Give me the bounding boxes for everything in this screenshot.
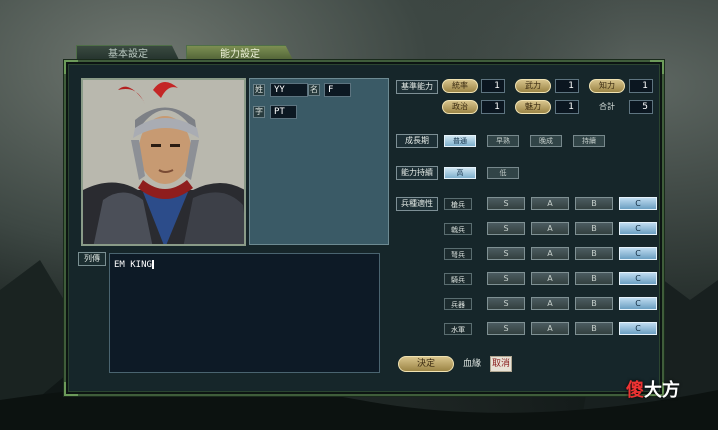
unit-label-navy: 水軍	[444, 323, 472, 335]
grade-s[interactable]: S	[487, 272, 525, 285]
stat-value-war[interactable]: 1	[555, 79, 579, 93]
base-ability-header: 基準能力	[396, 80, 438, 94]
grade-b[interactable]: B	[575, 322, 613, 335]
grade-s[interactable]: S	[487, 197, 525, 210]
grade-b[interactable]: B	[575, 272, 613, 285]
grade-a[interactable]: A	[531, 322, 569, 335]
grade-a[interactable]: A	[531, 197, 569, 210]
unit-label-halberd: 戟兵	[444, 223, 472, 235]
unit-aptitude-header: 兵種適性	[396, 197, 438, 211]
grade-b[interactable]: B	[575, 197, 613, 210]
officer-portrait[interactable]	[81, 78, 246, 246]
grade-b[interactable]: B	[575, 222, 613, 235]
name-panel	[249, 78, 389, 245]
grade-b[interactable]: B	[575, 247, 613, 260]
growth-option-normal[interactable]: 普通	[444, 135, 476, 147]
surname-field[interactable]: YY	[270, 83, 308, 97]
stat-label-war: 武力	[515, 79, 551, 93]
corner-ornament	[64, 60, 78, 74]
given-name-field[interactable]: F	[324, 83, 351, 97]
grade-c[interactable]: C	[619, 297, 657, 310]
biography-text: EM KING	[114, 260, 152, 270]
stat-value-charm[interactable]: 1	[555, 100, 579, 114]
watermark-logo: 傻大方	[626, 380, 680, 401]
grade-s[interactable]: S	[487, 247, 525, 260]
unit-label-spear: 槍兵	[444, 198, 472, 210]
grade-a[interactable]: A	[531, 222, 569, 235]
stat-label-politics: 政治	[442, 100, 478, 114]
maintain-option-high[interactable]: 高	[444, 167, 476, 179]
stat-value-leadership[interactable]: 1	[481, 79, 505, 93]
style-name-label: 字	[253, 106, 265, 118]
grade-a[interactable]: A	[531, 247, 569, 260]
warrior-portrait-image	[83, 80, 244, 244]
style-name-field[interactable]: PT	[270, 105, 297, 119]
given-name-label: 名	[308, 84, 320, 96]
grade-a[interactable]: A	[531, 297, 569, 310]
growth-option-early[interactable]: 早熟	[487, 135, 519, 147]
maintain-option-low[interactable]: 低	[487, 167, 519, 179]
grade-a[interactable]: A	[531, 272, 569, 285]
unit-label-crossbow: 弩兵	[444, 248, 472, 260]
biography-label: 列傳	[78, 252, 106, 266]
confirm-button[interactable]: 決定	[398, 356, 454, 372]
grade-s[interactable]: S	[487, 297, 525, 310]
stat-value-politics[interactable]: 1	[481, 100, 505, 114]
stat-label-intelligence: 知力	[589, 79, 625, 93]
grade-s[interactable]: S	[487, 222, 525, 235]
growth-option-late[interactable]: 晚成	[530, 135, 562, 147]
stat-label-total: 合計	[599, 102, 615, 111]
surname-label: 姓	[253, 84, 265, 96]
growth-option-sustained[interactable]: 持續	[573, 135, 605, 147]
growth-header: 成長期	[396, 134, 438, 148]
text-cursor	[151, 260, 154, 269]
stat-value-total: 5	[629, 100, 653, 114]
grade-c[interactable]: C	[619, 272, 657, 285]
unit-label-cavalry: 騎兵	[444, 273, 472, 285]
stat-label-charm: 魅力	[515, 100, 551, 114]
grade-b[interactable]: B	[575, 297, 613, 310]
cancel-button[interactable]: 取消	[490, 356, 512, 372]
biography-input[interactable]: EM KING	[109, 253, 380, 373]
grade-c[interactable]: C	[619, 247, 657, 260]
bloodline-label: 血緣	[462, 359, 481, 369]
stat-label-leadership: 統率	[442, 79, 478, 93]
unit-label-siege: 兵器	[444, 298, 472, 310]
grade-c[interactable]: C	[619, 322, 657, 335]
grade-c[interactable]: C	[619, 197, 657, 210]
stat-value-intelligence[interactable]: 1	[629, 79, 653, 93]
corner-ornament	[64, 382, 78, 396]
grade-s[interactable]: S	[487, 322, 525, 335]
ability-maintain-header: 能力持續	[396, 166, 438, 180]
corner-ornament	[650, 60, 664, 74]
grade-c[interactable]: C	[619, 222, 657, 235]
